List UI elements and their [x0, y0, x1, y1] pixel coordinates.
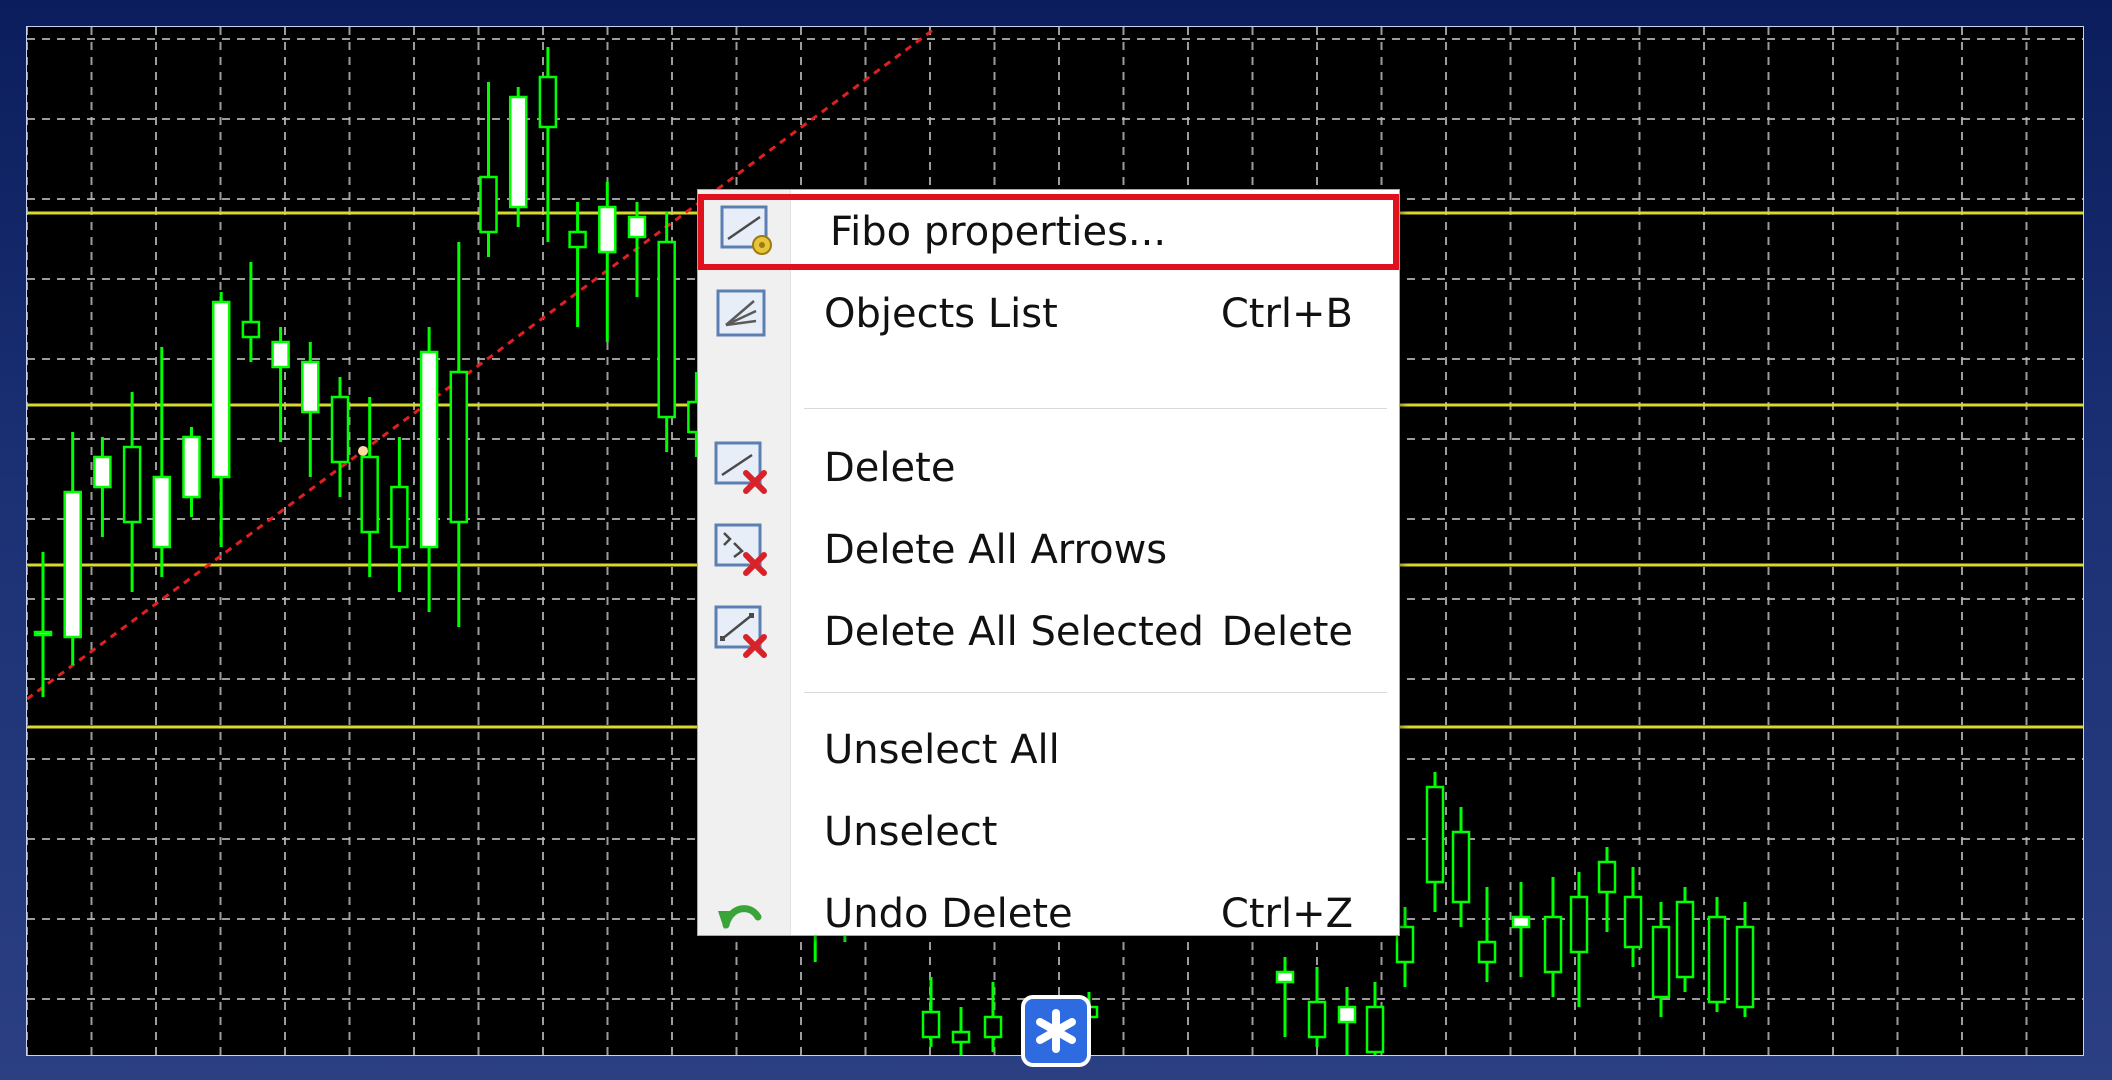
fibo-properties-icon [720, 205, 772, 255]
menu-item-label: Objects List [824, 291, 1058, 337]
context-menu: Fibo properties... Objects List Ctrl+B D… [697, 189, 1400, 937]
candle-body [1597, 860, 1617, 894]
candle-body [93, 455, 112, 489]
candle-body [983, 1015, 1003, 1039]
menu-separator [804, 408, 1387, 409]
menu-separator [804, 692, 1387, 693]
candle-body [449, 370, 469, 524]
candle-body [1275, 970, 1295, 984]
candle-body [1675, 900, 1695, 979]
candle-body [568, 230, 587, 249]
menu-item-delete[interactable]: Delete [698, 430, 1399, 506]
menu-item-label: Delete All Selected [824, 609, 1204, 655]
asterisk-icon [1036, 1009, 1076, 1053]
delete-selected-icon [714, 605, 767, 658]
candle-body [360, 455, 379, 534]
candle-body [1337, 1005, 1357, 1024]
candle-body [627, 215, 647, 239]
menu-item-unselect-all[interactable]: Unselect All [698, 712, 1399, 788]
candle-body [211, 300, 231, 479]
menu-item-label: Undo Delete [824, 891, 1073, 937]
candle-body [921, 1010, 941, 1039]
menu-item-unselect[interactable]: Unselect [698, 794, 1399, 870]
candle-body [241, 320, 261, 339]
candle-body [1707, 915, 1727, 1004]
candle-body [390, 485, 409, 549]
menu-item-delete-all-arrows[interactable]: Delete All Arrows [698, 512, 1399, 588]
menu-item-shortcut: Delete [1221, 609, 1353, 655]
candle-body [1569, 895, 1589, 954]
candle-body [479, 175, 498, 234]
menu-item-objects-list[interactable]: Objects List Ctrl+B [698, 276, 1399, 352]
objects-list-icon [716, 289, 766, 337]
candle-body [330, 395, 350, 464]
menu-item-label: Delete All Arrows [824, 527, 1168, 573]
candle-body [122, 445, 142, 524]
candle-body [182, 435, 201, 499]
candle-body [33, 630, 53, 637]
menu-item-fibo-properties[interactable]: Fibo properties... [698, 194, 1399, 270]
delete-object-icon [714, 441, 767, 494]
candle-body [657, 240, 676, 419]
candle-body [1623, 895, 1643, 949]
undo-arrow-icon [718, 905, 762, 929]
menu-item-label: Fibo properties... [830, 209, 1167, 255]
candle-body [271, 340, 290, 369]
trend-line-anchor [358, 446, 368, 456]
candle-body [152, 475, 172, 549]
candle-body [1307, 1000, 1327, 1039]
chart-window[interactable]: Fibo properties... Objects List Ctrl+B D… [26, 26, 2084, 1056]
candle-body [508, 95, 528, 209]
candle-body [301, 360, 320, 414]
asterisk-badge [1021, 995, 1091, 1067]
menu-item-undo-delete[interactable]: Undo Delete Ctrl+Z [698, 876, 1399, 952]
candle-body [1477, 940, 1497, 964]
candle-body [63, 490, 82, 639]
candle-body [1543, 915, 1563, 974]
candle-body [1735, 925, 1755, 1009]
candle-body [1451, 830, 1471, 904]
menu-item-shortcut: Ctrl+Z [1220, 891, 1353, 937]
candle-body [419, 350, 439, 549]
candle-body [1651, 925, 1671, 999]
candle-body [538, 75, 558, 129]
candle-body [1511, 915, 1531, 929]
candle-body [598, 205, 617, 254]
candle-body [1365, 1005, 1385, 1054]
menu-item-label: Unselect All [824, 727, 1060, 773]
menu-item-label: Delete [824, 445, 956, 491]
menu-item-shortcut: Ctrl+B [1220, 291, 1353, 337]
delete-arrows-icon [714, 523, 767, 576]
candle-body [951, 1030, 971, 1044]
menu-item-label: Unselect [824, 809, 998, 855]
menu-item-delete-all-selected[interactable]: Delete All Selected Delete [698, 594, 1399, 670]
candle-body [1425, 785, 1445, 884]
